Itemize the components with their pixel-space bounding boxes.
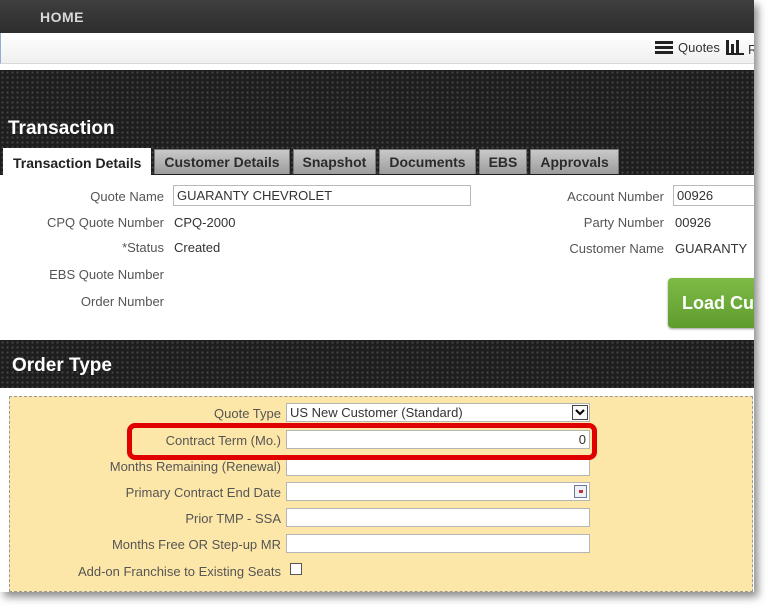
addon-franchise-checkbox[interactable] <box>290 563 302 575</box>
customer-name-value: GUARANTY <box>675 241 748 256</box>
months-free-label: Months Free OR Step-up MR <box>111 537 281 552</box>
ebs-quote-number-label: EBS Quote Number <box>49 267 164 282</box>
prior-tmp-ssa-input[interactable] <box>286 508 590 527</box>
cpq-quote-number-label: CPQ Quote Number <box>46 215 164 230</box>
addon-franchise-label: Add-on Franchise to Existing Seats <box>77 564 281 579</box>
contract-term-highlight <box>127 423 597 460</box>
primary-contract-end-date-input[interactable] <box>286 482 590 501</box>
months-remaining-label: Months Remaining (Renewal) <box>109 459 281 474</box>
order-type-header <box>0 340 754 388</box>
account-number-label: Account Number <box>567 189 664 204</box>
bar-chart-icon[interactable] <box>726 38 744 55</box>
cpq-quote-number-value: CPQ-2000 <box>174 215 236 230</box>
transaction-title: Transaction <box>8 118 115 139</box>
customer-name-label: Customer Name <box>569 241 664 256</box>
tab-transaction-details[interactable]: Transaction Details <box>3 148 152 176</box>
primary-contract-end-date-label: Primary Contract End Date <box>125 485 281 500</box>
transaction-tabs: Transaction Details Customer Details Sna… <box>3 148 622 176</box>
status-label: *Status <box>122 240 164 255</box>
order-type-title: Order Type <box>12 355 112 376</box>
quotes-label: Quotes <box>678 40 720 55</box>
quotes-link[interactable]: Quotes <box>655 40 720 55</box>
quote-type-label: Quote Type <box>214 406 281 421</box>
calendar-icon[interactable] <box>574 485 587 498</box>
home-link[interactable]: HOME <box>40 9 84 25</box>
account-number-input[interactable]: 00926 <box>673 185 754 206</box>
reports-label[interactable]: R <box>748 42 754 57</box>
quote-name-input[interactable]: GUARANTY CHEVROLET <box>173 185 471 206</box>
quote-name-label: Quote Name <box>90 189 164 204</box>
quote-type-select[interactable]: US New Customer (Standard) <box>286 403 590 422</box>
party-number-label: Party Number <box>583 215 664 230</box>
tab-ebs[interactable]: EBS <box>478 149 528 174</box>
order-number-label: Order Number <box>80 294 164 309</box>
load-customer-button[interactable]: Load Cu <box>668 278 754 328</box>
toolbar: Quotes <box>0 33 754 64</box>
tab-approvals[interactable]: Approvals <box>530 149 619 174</box>
app-window: HOME Quotes R Transaction Transaction De… <box>0 0 754 592</box>
months-free-input[interactable] <box>286 534 590 553</box>
status-value: Created <box>174 240 221 255</box>
chevron-down-icon[interactable] <box>572 405 588 420</box>
quote-type-selected: US New Customer (Standard) <box>290 405 463 420</box>
prior-tmp-ssa-label: Prior TMP - SSA <box>185 511 281 526</box>
party-number-value: 00926 <box>675 215 712 230</box>
tab-snapshot[interactable]: Snapshot <box>292 149 377 174</box>
tab-documents[interactable]: Documents <box>379 149 476 174</box>
top-navigation-bar: HOME <box>0 0 754 33</box>
list-icon <box>655 40 673 55</box>
tab-customer-details[interactable]: Customer Details <box>154 149 290 174</box>
